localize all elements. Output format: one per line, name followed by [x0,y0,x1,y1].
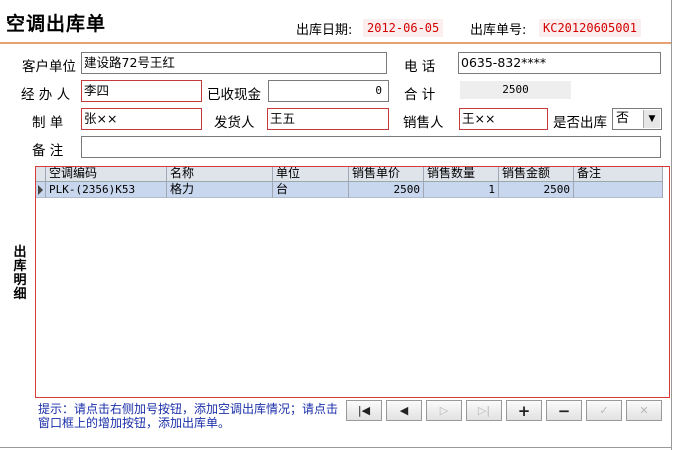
total-label: 合 计 [404,87,436,103]
window-bottom-border [0,447,672,448]
remark-label: 备 注 [32,143,64,159]
hint-text: 提示：请点击右侧加号按钮，添加空调出库情况；请点击窗口框上的增加按钮，添加出库单… [38,402,339,430]
maker-label: 制 单 [32,115,64,131]
phone-input[interactable]: 0635-832**** [458,52,661,74]
total-value: 2500 [460,81,571,99]
last-record-button[interactable]: ▷| [466,400,502,421]
maker-input[interactable]: 张×× [81,108,202,130]
close-icon: ✕ [639,404,649,417]
outbound-label: 是否出库 [553,115,607,131]
minus-icon: − [557,401,571,420]
outbound-select-value: 否 [616,111,630,126]
title-divider [0,42,671,44]
next-record-icon: ▷ [439,404,449,417]
shipper-input[interactable]: 王五 [267,108,389,130]
chevron-down-icon[interactable]: ▼ [643,110,660,128]
previous-record-icon: ◀ [399,404,409,417]
shipper-label: 发货人 [214,115,255,131]
cash-received-label: 已收现金 [207,87,261,103]
outbound-select[interactable]: 否 ▼ [612,108,662,130]
next-record-button[interactable]: ▷ [426,400,462,421]
remark-input[interactable] [81,136,661,158]
check-icon: ✓ [599,404,609,417]
handler-input[interactable]: 李四 [81,80,202,102]
save-record-button[interactable]: ✓ [586,400,622,421]
detail-section-title: 出库明细 [13,245,27,302]
plus-icon: + [517,401,531,420]
detail-highlight-border [35,166,670,398]
sales-label: 销售人 [403,115,444,131]
form-title: 空调出库单 [6,13,107,35]
date-value: 2012-06-05 [363,19,444,37]
phone-label: 电 话 [404,59,436,75]
sales-input[interactable]: 王×× [459,108,548,130]
customer-label: 客户单位 [22,59,76,75]
window-right-border [671,0,672,450]
customer-input[interactable]: 建设路72号王红 [81,52,387,74]
handler-label: 经 办 人 [21,87,71,103]
previous-record-button[interactable]: ◀ [386,400,422,421]
cancel-edit-button[interactable]: ✕ [626,400,662,421]
order-number-label: 出库单号: [470,23,527,38]
last-record-icon: ▷| [477,404,491,417]
first-record-icon: |◀ [357,404,371,417]
first-record-button[interactable]: |◀ [346,400,382,421]
cash-received-input[interactable]: 0 [268,80,389,102]
delete-record-button[interactable]: − [546,400,582,421]
add-record-button[interactable]: + [506,400,542,421]
order-number-value: KC20120605001 [539,19,641,37]
date-label: 出库日期: [296,23,353,38]
